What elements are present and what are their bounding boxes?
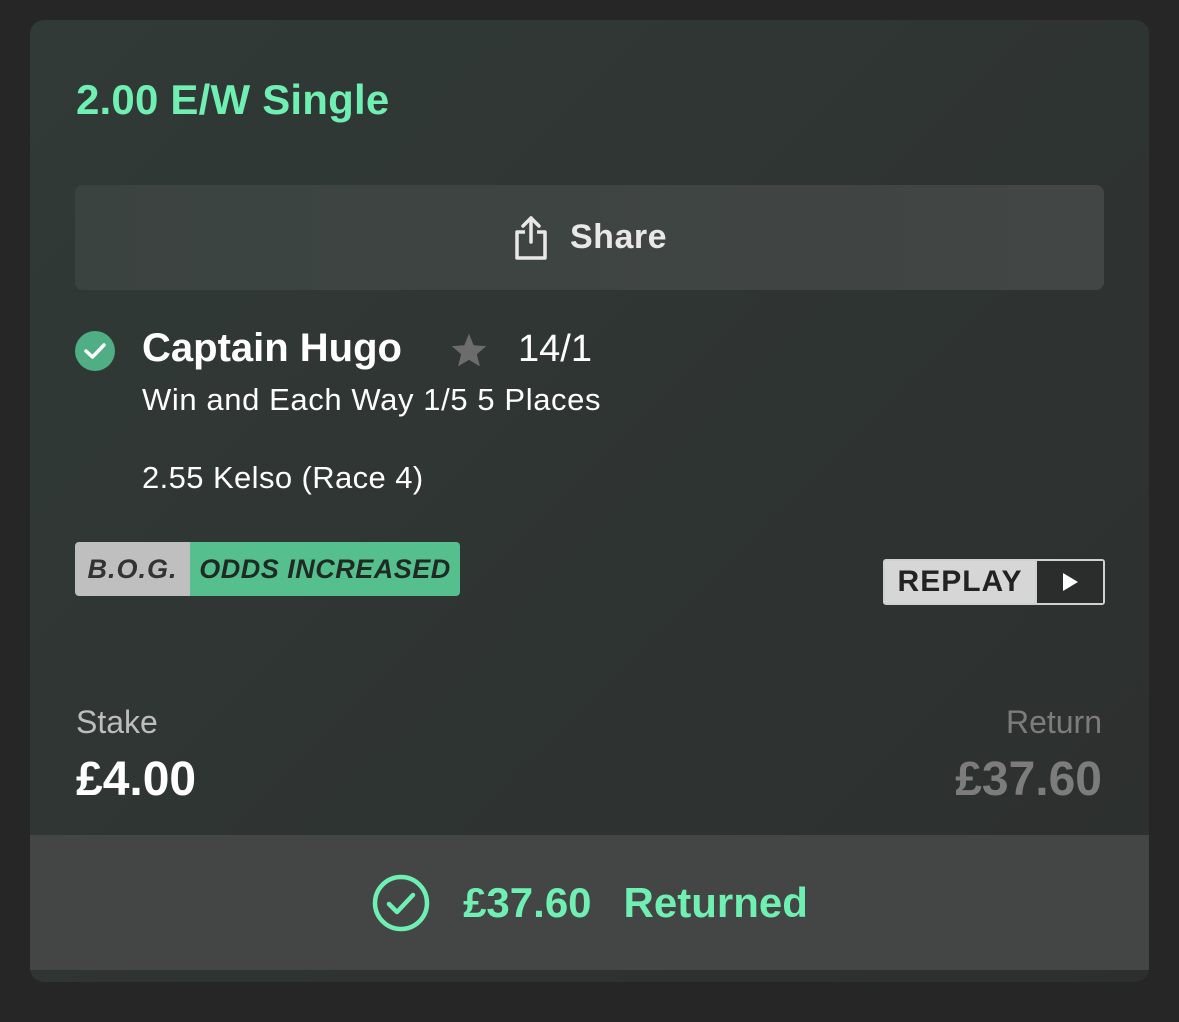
- market-description: Win and Each Way 1/5 5 Places: [142, 382, 602, 417]
- returned-bar: £37.60 Returned: [30, 835, 1149, 970]
- stake-value: £4.00: [76, 753, 197, 806]
- star-icon[interactable]: [450, 332, 488, 368]
- check-circle-icon: [372, 874, 430, 931]
- share-label: Share: [570, 218, 667, 256]
- play-icon: [1035, 561, 1103, 603]
- return-label: Return: [1005, 704, 1102, 740]
- share-icon: [515, 215, 547, 260]
- share-button[interactable]: Share: [75, 185, 1104, 290]
- stake-label: Stake: [76, 704, 158, 740]
- odds-increased-badge: ODDS INCREASED: [190, 542, 460, 596]
- returned-status: Returned: [623, 878, 808, 926]
- selection-name: Captain Hugo: [142, 326, 402, 370]
- bog-badge: B.O.G.: [75, 542, 190, 596]
- returned-amount: £37.60: [463, 878, 592, 926]
- bet-title: 2.00 E/W Single: [76, 76, 390, 123]
- replay-label: REPLAY: [897, 565, 1023, 598]
- event-name: 2.55 Kelso (Race 4): [142, 460, 424, 495]
- selection-odds: 14/1: [518, 328, 592, 370]
- return-value: £37.60: [955, 753, 1102, 806]
- replay-button[interactable]: REPLAY: [883, 559, 1105, 605]
- bet-badges: B.O.G. ODDS INCREASED: [75, 542, 460, 596]
- settled-check-icon: [75, 331, 115, 371]
- bet-card: 2.00 E/W Single Share Captain Hugo 14/1 …: [30, 20, 1149, 982]
